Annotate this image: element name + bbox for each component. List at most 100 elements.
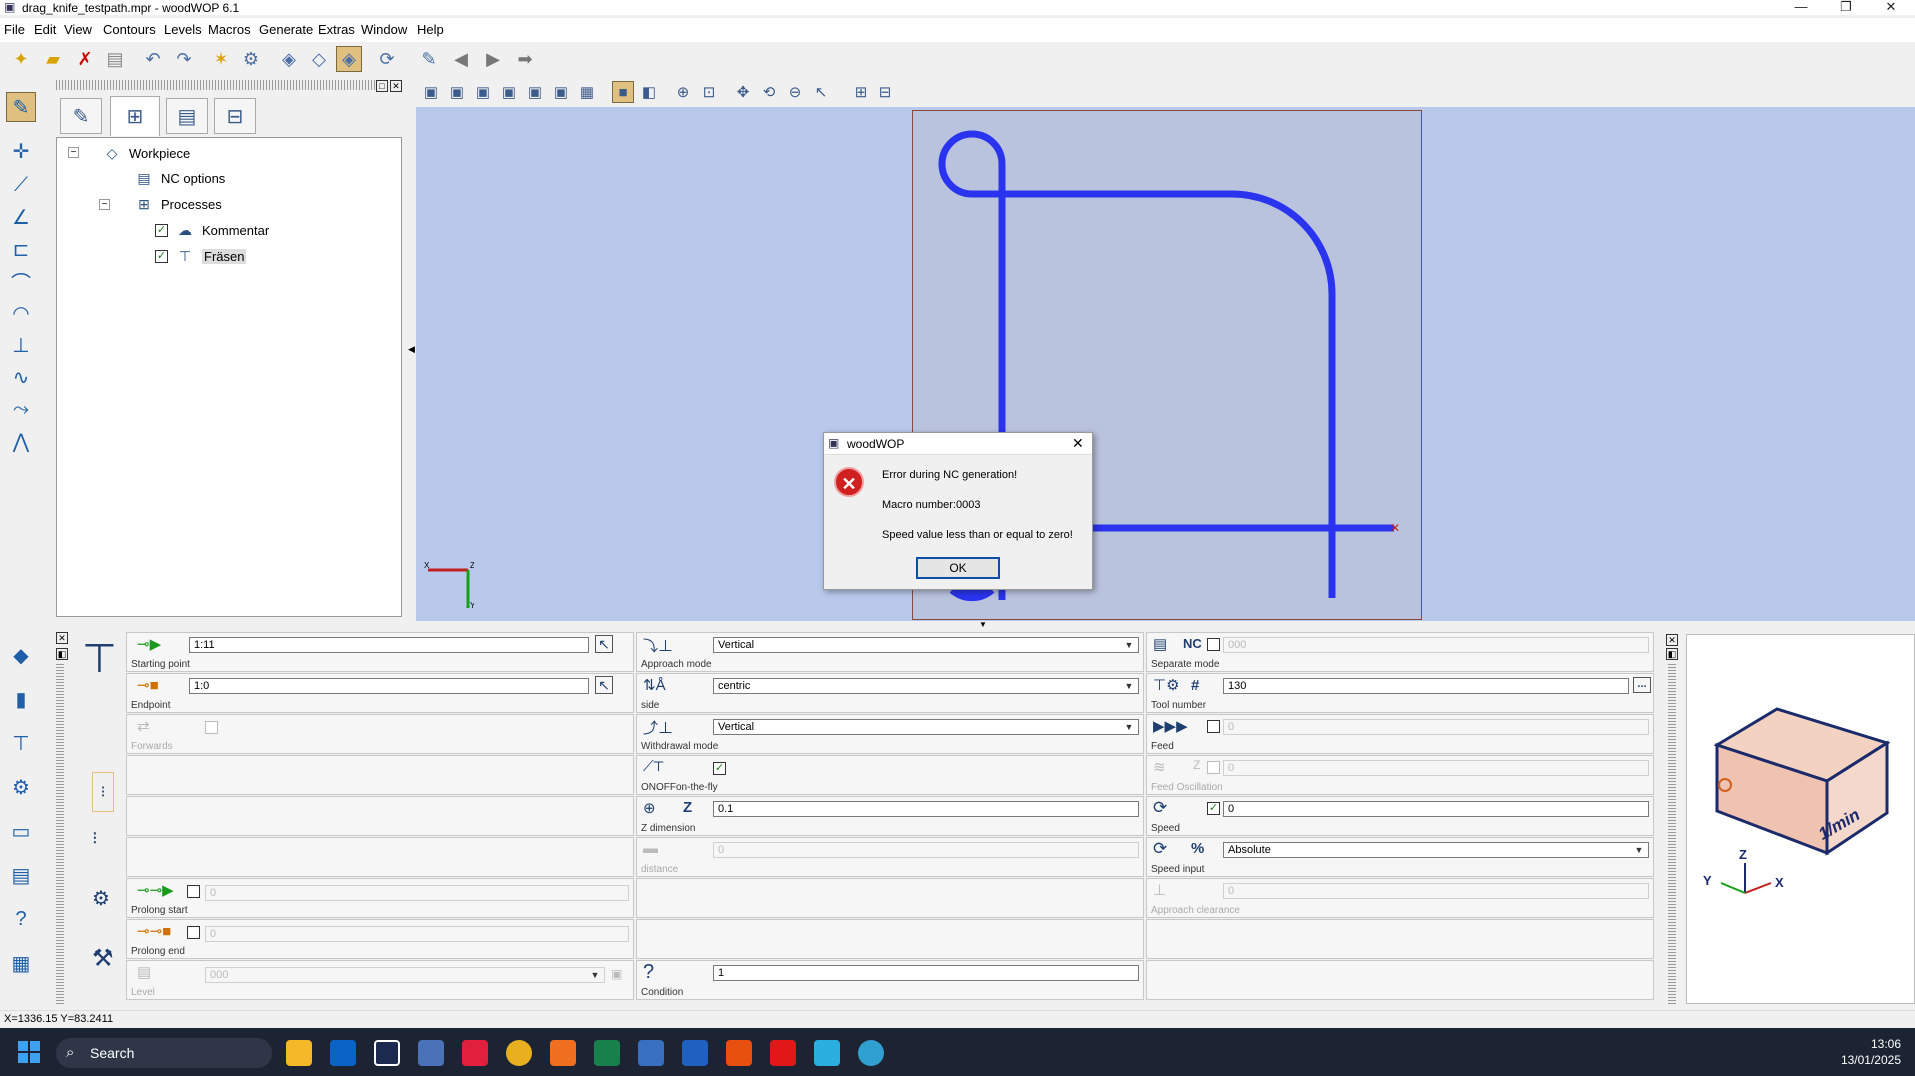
view-shaded-icon[interactable]: ■ bbox=[612, 81, 634, 103]
arc-center-icon[interactable]: ◠ bbox=[6, 298, 36, 328]
preview-restore-icon[interactable]: ◧ bbox=[1666, 648, 1678, 660]
preview-close-icon[interactable]: ✕ bbox=[1666, 634, 1678, 646]
maximize-button[interactable]: ❐ bbox=[1829, 0, 1863, 15]
acrobat-icon[interactable] bbox=[770, 1040, 796, 1066]
zoom-fit-icon[interactable]: ⊡ bbox=[698, 81, 720, 103]
feed-field[interactable]: 0 bbox=[1223, 719, 1649, 735]
side-select[interactable]: centric ▼ bbox=[713, 678, 1139, 694]
arrow-left-icon[interactable]: ◀ bbox=[448, 46, 474, 72]
panel-restore-icon[interactable]: □ bbox=[376, 80, 388, 92]
excel-icon[interactable] bbox=[594, 1040, 620, 1066]
arrow-right-icon[interactable]: ▶ bbox=[480, 46, 506, 72]
arrow-forward-icon[interactable]: ➡ bbox=[512, 46, 538, 72]
withdrawal-mode-select[interactable]: Vertical ▼ bbox=[713, 719, 1139, 735]
kommentar-checkbox[interactable]: ✓ bbox=[155, 223, 168, 237]
dimension-icon[interactable]: ⊞ bbox=[850, 81, 872, 103]
woodwop-icon[interactable] bbox=[418, 1040, 444, 1066]
prolong-start-field[interactable]: 0 bbox=[205, 885, 629, 901]
pick-point-icon[interactable]: ↖ bbox=[595, 635, 613, 653]
nc-program-icon[interactable]: ▤ bbox=[6, 860, 36, 890]
refresh-icon[interactable]: ⟳ bbox=[374, 46, 400, 72]
fraesen-checkbox[interactable]: ✓ bbox=[155, 249, 168, 263]
spline-icon[interactable]: ⤳ bbox=[6, 394, 36, 424]
separate-mode-checkbox[interactable] bbox=[1207, 638, 1220, 651]
tab-technology-icon[interactable]: ⚙ bbox=[92, 886, 110, 911]
measure-icon[interactable]: ⊟ bbox=[874, 81, 896, 103]
view-front-icon[interactable]: ▣ bbox=[420, 81, 442, 103]
endpoint-field[interactable]: 1:0 bbox=[189, 678, 589, 694]
rotate-icon[interactable]: ⟲ bbox=[758, 81, 780, 103]
box-app-icon[interactable] bbox=[638, 1040, 664, 1066]
onoff-checkbox[interactable]: ✓ bbox=[713, 762, 726, 775]
zoom-icon[interactable]: ⊕ bbox=[672, 81, 694, 103]
router-icon[interactable]: ⊤ bbox=[6, 728, 36, 758]
select-contour-icon[interactable]: ✎ bbox=[6, 92, 36, 122]
toolbox-icon[interactable]: ▦ bbox=[6, 948, 36, 978]
undo-icon[interactable]: ↶ bbox=[140, 46, 166, 72]
tab-contours[interactable]: ✎ bbox=[60, 98, 102, 134]
arc-radius-icon[interactable]: ⊥ bbox=[6, 330, 36, 360]
pointer-icon[interactable]: ↖ bbox=[810, 81, 832, 103]
dialog-close-icon[interactable]: ✕ bbox=[1072, 435, 1084, 452]
globe-app-icon[interactable] bbox=[858, 1040, 884, 1066]
props-close-icon[interactable]: ✕ bbox=[56, 632, 68, 644]
distance-field[interactable]: 0 bbox=[713, 842, 1139, 858]
close-file-icon[interactable]: ✗ bbox=[72, 46, 98, 72]
settings-icon[interactable]: ⚙ bbox=[238, 46, 264, 72]
generate-icon[interactable]: ✎ bbox=[416, 46, 442, 72]
speed-checkbox[interactable]: ✓ bbox=[1207, 802, 1220, 815]
speed-input-select[interactable]: Absolute ▼ bbox=[1223, 842, 1649, 858]
tab-processes[interactable]: ⊞ bbox=[110, 96, 160, 136]
approach-mode-select[interactable]: Vertical ▼ bbox=[713, 637, 1139, 653]
props-grip[interactable] bbox=[56, 664, 64, 1004]
taskbar-search[interactable]: ⌕ Search bbox=[56, 1038, 272, 1068]
menu-window[interactable]: Window bbox=[361, 22, 407, 37]
menu-levels[interactable]: Levels bbox=[164, 22, 202, 37]
view-3d-wire-icon[interactable]: ◈ bbox=[336, 46, 362, 72]
line-angle-icon[interactable]: ∠ bbox=[6, 202, 36, 232]
starting-point-field[interactable]: 1:11 bbox=[189, 637, 589, 653]
prolong-start-checkbox[interactable] bbox=[187, 885, 200, 898]
collapse-icon[interactable]: − bbox=[68, 147, 79, 158]
tree-fraesen[interactable]: ✓ ⊤ Fräsen bbox=[155, 246, 247, 266]
tree-kommentar[interactable]: ✓ ☁ Kommentar bbox=[155, 220, 269, 240]
view-3d-open-icon[interactable]: ◇ bbox=[306, 46, 332, 72]
collapse-panel-icon[interactable]: ◀ bbox=[408, 344, 415, 355]
new-macro-icon[interactable]: ✶ bbox=[208, 46, 234, 72]
collapse-icon[interactable]: − bbox=[99, 199, 110, 210]
tab-list[interactable]: ▤ bbox=[166, 98, 208, 134]
point-icon[interactable]: ✛ bbox=[6, 136, 36, 166]
chrome-icon[interactable] bbox=[506, 1040, 532, 1066]
menu-extras[interactable]: Extras bbox=[318, 22, 355, 37]
feed-oscillation-checkbox[interactable] bbox=[1207, 761, 1220, 774]
outlook-icon[interactable] bbox=[330, 1040, 356, 1066]
word-icon[interactable] bbox=[682, 1040, 708, 1066]
terminal-icon[interactable] bbox=[374, 1040, 400, 1066]
menu-view[interactable]: View bbox=[64, 22, 92, 37]
minimize-button[interactable]: — bbox=[1784, 0, 1818, 14]
dropdown-arrow-icon[interactable]: ▼ bbox=[1122, 679, 1136, 693]
menu-contours[interactable]: Contours bbox=[103, 22, 156, 37]
view-iso-icon[interactable]: ▣ bbox=[550, 81, 572, 103]
dropdown-arrow-icon[interactable]: ▼ bbox=[1122, 638, 1136, 652]
speed-field[interactable]: 0 bbox=[1223, 801, 1649, 817]
feed-oscillation-field[interactable]: 0 bbox=[1223, 760, 1649, 776]
tool-browse-button[interactable]: ... bbox=[1633, 677, 1651, 693]
line-icon[interactable]: ⟋ bbox=[6, 170, 36, 200]
tool-number-field[interactable]: 130 bbox=[1223, 678, 1629, 694]
menu-file[interactable]: File bbox=[4, 22, 25, 37]
approach-clearance-field[interactable]: 0 bbox=[1223, 883, 1649, 899]
separate-mode-field[interactable]: 000 bbox=[1223, 637, 1649, 653]
view-right-icon[interactable]: ▣ bbox=[524, 81, 546, 103]
splitter-arrow-icon[interactable]: ▼ bbox=[979, 620, 987, 629]
saw-icon[interactable]: ⚙ bbox=[6, 772, 36, 802]
comment-icon[interactable]: ? bbox=[6, 904, 36, 934]
redo-icon[interactable]: ↷ bbox=[171, 46, 197, 72]
view-section-icon[interactable]: ◧ bbox=[638, 81, 660, 103]
prolong-end-checkbox[interactable] bbox=[187, 926, 200, 939]
feed-checkbox[interactable] bbox=[1207, 720, 1220, 733]
new-file-icon[interactable]: ✦ bbox=[8, 46, 34, 72]
z-dimension-field[interactable]: 0.1 bbox=[713, 801, 1139, 817]
tree-nc-options[interactable]: ▤ NC options bbox=[133, 168, 225, 188]
system-clock[interactable]: 13:06 13/01/2025 bbox=[1841, 1036, 1901, 1068]
